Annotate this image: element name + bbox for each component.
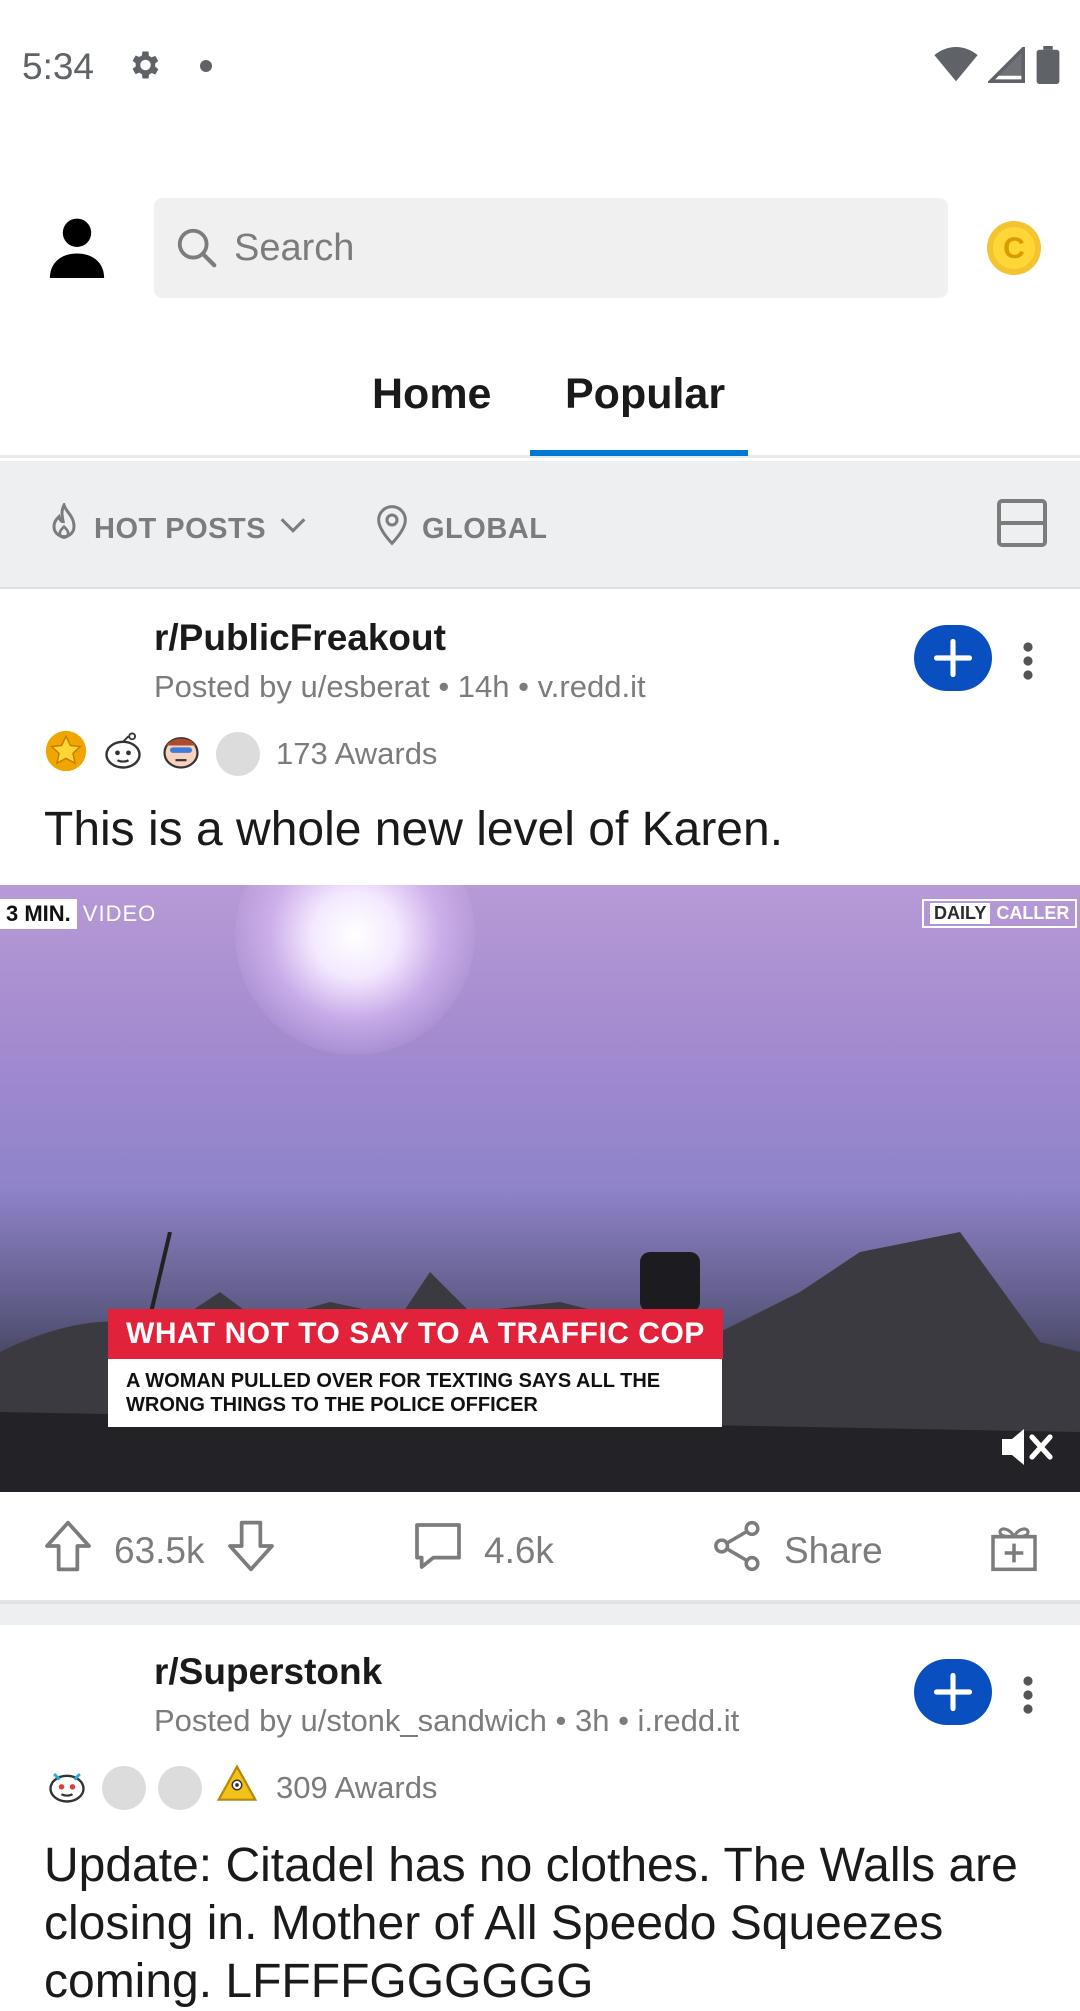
- location-filter[interactable]: GLOBAL: [372, 503, 547, 555]
- feed-tabs: Home Popular: [0, 350, 1080, 458]
- profile-avatar-icon[interactable]: [46, 216, 108, 283]
- settings-gear-icon: [126, 47, 162, 88]
- post-card[interactable]: r/PublicFreakout Posted by u/esberat • 1…: [0, 591, 1080, 1602]
- brand-part-a: DAILY: [930, 903, 991, 924]
- sort-label: HOT POSTS: [94, 512, 267, 545]
- chevron-down-icon: [276, 508, 310, 550]
- post-card[interactable]: r/Superstonk Posted by u/stonk_sandwich …: [0, 1625, 1080, 2008]
- sort-dropdown[interactable]: HOT POSTS: [44, 500, 310, 555]
- upvote-icon[interactable]: [40, 1518, 96, 1583]
- video-subheadline: A WOMAN PULLED OVER FOR TEXTING SAYS ALL…: [108, 1359, 722, 1427]
- post-meta: Posted by u/stonk_sandwich • 3h • i.redd…: [154, 1703, 740, 1738]
- share-icon: [710, 1518, 766, 1583]
- gold-award-icon: [44, 729, 88, 778]
- active-tab-indicator: [530, 450, 748, 456]
- search-bar[interactable]: [154, 198, 948, 298]
- location-label: GLOBAL: [422, 512, 548, 545]
- status-indicators: [934, 44, 1060, 89]
- share-button[interactable]: Share: [710, 1518, 883, 1583]
- tab-popular[interactable]: Popular: [565, 370, 725, 419]
- subreddit-name[interactable]: r/PublicFreakout: [154, 617, 446, 659]
- battery-icon: [1036, 46, 1060, 89]
- video-brand-logo: DAILY CALLER: [922, 899, 1078, 928]
- top-bar: C: [0, 180, 1080, 320]
- coins-icon[interactable]: C: [986, 220, 1042, 281]
- filter-bar: HOT POSTS GLOBAL: [0, 461, 1080, 589]
- give-award-button[interactable]: [986, 1518, 1042, 1583]
- notification-dot-icon: [200, 60, 212, 72]
- plus-icon: [933, 638, 973, 678]
- generic-award-icon: [216, 731, 260, 776]
- plus-icon: [933, 1672, 973, 1712]
- subreddit-name[interactable]: r/Superstonk: [154, 1651, 382, 1693]
- card-layout-icon[interactable]: [996, 497, 1048, 554]
- video-player[interactable]: 3 MIN. VIDEO DAILY CALLER WHAT NOT TO SA…: [0, 885, 1080, 1492]
- comments-button[interactable]: 4.6k: [410, 1518, 554, 1583]
- snoo-award-icon: [44, 1763, 90, 1812]
- wifi-icon: [934, 47, 978, 88]
- comment-count: 4.6k: [484, 1529, 554, 1571]
- more-options-icon[interactable]: [1022, 1675, 1034, 1720]
- video-tag-type: VIDEO: [82, 901, 157, 926]
- video-tag-duration: 3 MIN.: [0, 899, 77, 929]
- join-button[interactable]: [914, 1659, 992, 1725]
- gift-icon: [986, 1518, 1042, 1583]
- post-separator: [0, 1602, 1080, 1625]
- vote-count: 63.5k: [114, 1529, 205, 1571]
- more-options-icon[interactable]: [1022, 641, 1034, 686]
- vote-controls: 63.5k: [40, 1518, 279, 1583]
- video-headline: WHAT NOT TO SAY TO A TRAFFIC COP: [108, 1309, 723, 1359]
- post-meta: Posted by u/esberat • 14h • v.redd.it: [154, 669, 646, 704]
- search-icon: [174, 225, 220, 271]
- share-label: Share: [784, 1529, 883, 1571]
- location-pin-icon: [372, 503, 412, 555]
- pyramid-award-icon: [214, 1763, 260, 1812]
- post-actions: 63.5k 4.6k Share: [0, 1492, 1080, 1602]
- post-title[interactable]: This is a whole new level of Karen.: [44, 801, 1044, 859]
- awards-row[interactable]: 173 Awards: [44, 729, 437, 778]
- mute-icon[interactable]: [998, 1425, 1054, 1474]
- awards-count: 309 Awards: [276, 1769, 438, 1805]
- face-award-icon: [158, 729, 204, 778]
- video-duration-tag: 3 MIN. VIDEO: [0, 899, 162, 929]
- search-input[interactable]: [234, 226, 834, 270]
- video-frame-sun: [235, 885, 475, 1055]
- flame-icon: [44, 500, 84, 555]
- cell-signal-icon: [986, 44, 1026, 88]
- tab-home[interactable]: Home: [372, 370, 491, 419]
- generic-award-icon: [102, 1765, 146, 1810]
- join-button[interactable]: [914, 625, 992, 691]
- downvote-icon[interactable]: [223, 1518, 279, 1583]
- snoo-award-icon: [100, 729, 146, 778]
- post-title[interactable]: Update: Citadel has no clothes. The Wall…: [44, 1837, 1044, 2011]
- status-time: 5:34: [22, 46, 95, 87]
- coin-label: C: [1003, 232, 1025, 265]
- brand-part-b: CALLER: [996, 903, 1070, 923]
- awards-count: 173 Awards: [276, 735, 438, 771]
- generic-award-icon: [158, 1765, 202, 1810]
- comment-icon: [410, 1518, 466, 1583]
- awards-row[interactable]: 309 Awards: [44, 1763, 437, 1812]
- status-bar: 5:34: [0, 0, 1080, 135]
